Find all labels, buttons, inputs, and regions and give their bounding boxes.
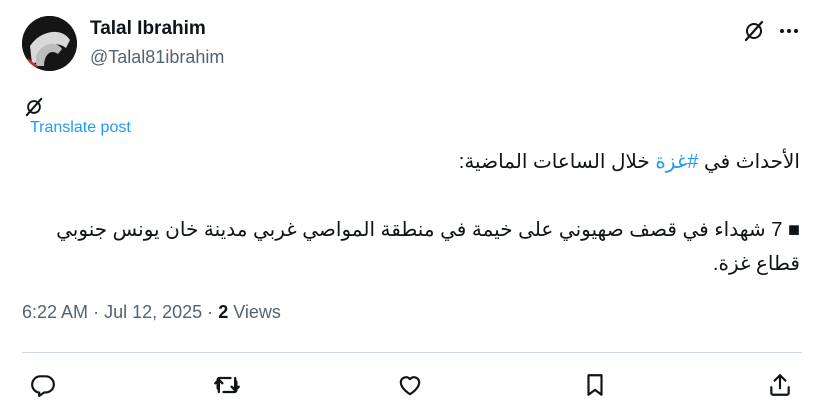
meta-separator: · xyxy=(93,302,100,322)
author-handle[interactable]: @Talal81ibrahim xyxy=(90,47,224,68)
tweet-date[interactable]: Jul 12, 2025 xyxy=(104,302,202,322)
tweet-line-1-prefix: الأحداث في xyxy=(698,151,800,173)
tweet-line-1: الأحداث في #غزة خلال الساعات الماضية: xyxy=(40,145,800,179)
views-count: 2 xyxy=(218,302,229,322)
views-label: Views xyxy=(233,302,281,322)
divider xyxy=(22,352,802,353)
reply-icon xyxy=(31,375,55,397)
grok-translate-icon xyxy=(24,97,44,117)
meta-separator: · xyxy=(207,302,214,322)
reply-button[interactable] xyxy=(26,368,60,402)
avatar-image xyxy=(22,16,77,71)
share-button[interactable] xyxy=(763,368,797,402)
more-icon[interactable] xyxy=(776,18,802,44)
grok-icon[interactable] xyxy=(741,18,767,44)
tweet-line-1-suffix: خلال الساعات الماضية: xyxy=(458,151,656,173)
bookmark-button[interactable] xyxy=(578,368,612,402)
tweet-meta: 6:22 AM · Jul 12, 2025 · 2 Views xyxy=(22,302,281,323)
tweet-line-2: ■ 7 شهداء في قصف صهيوني على خيمة في منطق… xyxy=(56,219,800,275)
author-name[interactable]: Talal Ibrahim xyxy=(90,18,206,40)
retweet-icon xyxy=(214,376,240,394)
like-button[interactable] xyxy=(393,368,427,402)
heart-icon xyxy=(399,376,421,396)
tweet-time[interactable]: 6:22 AM xyxy=(22,302,88,322)
tweet-text: الأحداث في #غزة خلال الساعات الماضية: ■ … xyxy=(40,145,800,281)
bookmark-icon xyxy=(587,374,603,396)
avatar[interactable] xyxy=(22,16,77,71)
share-icon xyxy=(770,374,790,396)
retweet-button[interactable] xyxy=(210,368,244,402)
translate-post-link[interactable]: Translate post xyxy=(30,119,131,137)
hashtag-link[interactable]: #غزة xyxy=(655,151,698,173)
